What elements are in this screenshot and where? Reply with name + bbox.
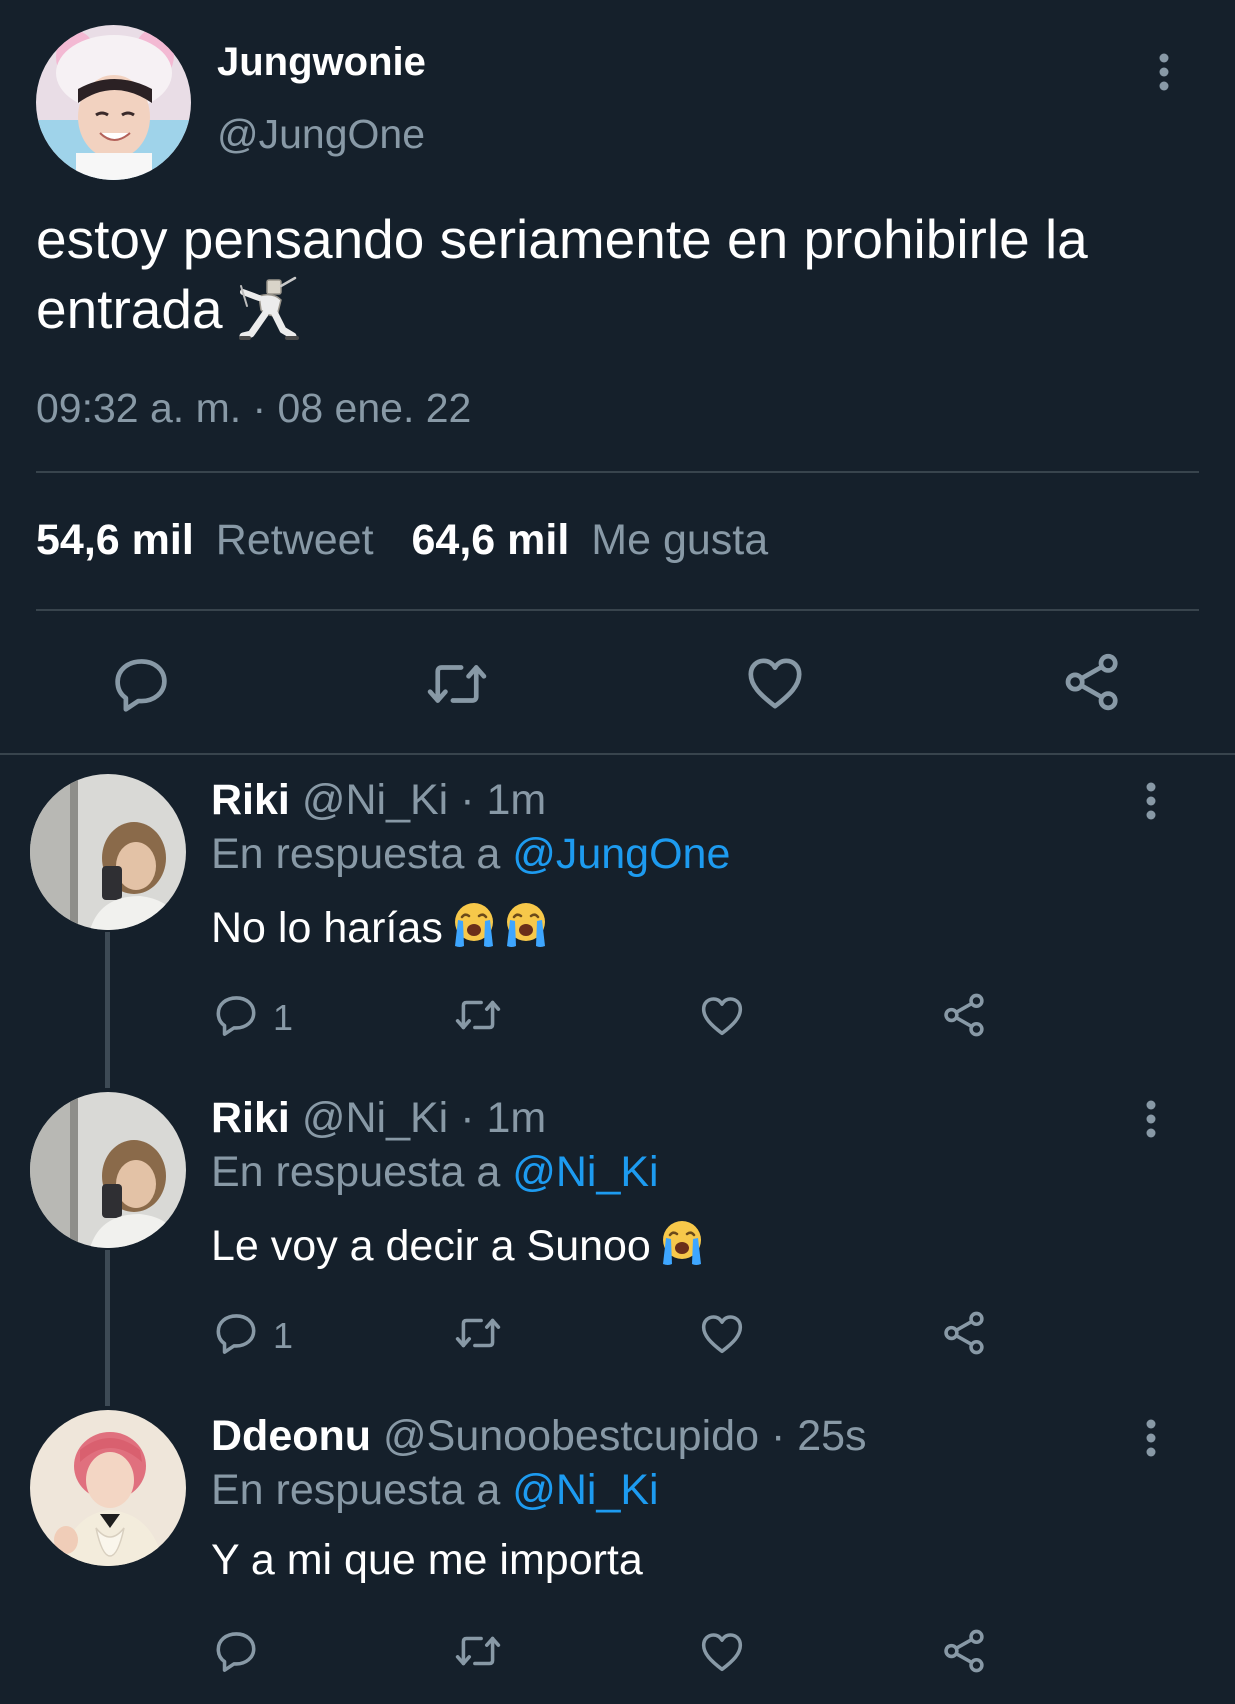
divider: [0, 753, 1235, 755]
reply-text: No lo harías: [211, 900, 551, 953]
author-handle[interactable]: @JungOne: [217, 111, 425, 158]
reply-header: Riki @Ni_Ki · 1m: [211, 1094, 546, 1143]
tweet-stats: 54,6 mil Retweet 64,6 mil Me gusta: [36, 516, 768, 565]
reply-text-content: Le voy a decir a Sunoo: [211, 1222, 651, 1270]
reply-time[interactable]: · 25s: [771, 1412, 867, 1460]
like-icon[interactable]: [697, 1626, 747, 1676]
tweet-text: estoy pensando seriamente en prohibirle …: [36, 204, 1206, 344]
reply-text-content: Y a mi que me importa: [211, 1536, 643, 1584]
more-options-icon[interactable]: [1158, 52, 1170, 92]
reply-author-name[interactable]: Riki: [211, 1094, 290, 1142]
retweet-count[interactable]: 54,6 mil: [36, 516, 194, 564]
reply-to-link[interactable]: @Ni_Ki: [512, 1148, 658, 1196]
like-icon[interactable]: [697, 990, 747, 1040]
retweet-icon[interactable]: [424, 651, 490, 717]
retweet-icon[interactable]: [453, 990, 503, 1040]
loudly-crying-face-icon: [449, 900, 499, 950]
reply-count: 1: [273, 997, 294, 1038]
reply-prefix: En respuesta a: [211, 1148, 501, 1196]
like-label[interactable]: Me gusta: [591, 516, 768, 564]
reply-to-link[interactable]: @Ni_Ki: [512, 1466, 658, 1514]
reply-count: 1: [273, 1315, 294, 1356]
more-options-icon[interactable]: [1145, 1418, 1157, 1458]
share-icon[interactable]: [1060, 649, 1126, 715]
retweet-label[interactable]: Retweet: [216, 516, 374, 564]
reply-avatar[interactable]: [30, 1092, 186, 1248]
tweet-text-content: estoy pensando seriamente en prohibirle …: [36, 208, 1088, 340]
reply-to-link[interactable]: @JungOne: [512, 830, 730, 878]
reply-icon[interactable]: [211, 1308, 261, 1358]
retweet-icon[interactable]: [453, 1308, 503, 1358]
reply-author-name[interactable]: Riki: [211, 776, 290, 824]
reply-header: Ddeonu @Sunoobestcupido · 25s: [211, 1412, 867, 1461]
reply-author-handle[interactable]: @Ni_Ki: [302, 1094, 448, 1142]
reply-icon[interactable]: [211, 1626, 261, 1676]
reply-author-handle[interactable]: @Sunoobestcupido: [383, 1412, 759, 1460]
like-icon[interactable]: [697, 1308, 747, 1358]
divider: [36, 609, 1199, 611]
tweet-timestamp[interactable]: 09:32 a. m. · 08 ene. 22: [36, 385, 471, 432]
loudly-crying-face-icon: [657, 1218, 707, 1268]
reply-avatar[interactable]: [30, 1410, 186, 1566]
reply-time[interactable]: · 1m: [460, 776, 546, 824]
reply-author-handle[interactable]: @Ni_Ki: [302, 776, 448, 824]
share-icon[interactable]: [940, 1308, 990, 1358]
reply-time[interactable]: · 1m: [460, 1094, 546, 1142]
reply-avatar[interactable]: [30, 774, 186, 930]
like-icon[interactable]: [742, 649, 808, 715]
share-icon[interactable]: [940, 1626, 990, 1676]
reply-context: En respuesta a @Ni_Ki: [211, 1148, 659, 1197]
author-name[interactable]: Jungwonie: [217, 40, 426, 85]
thread-line: [105, 932, 110, 1088]
like-count[interactable]: 64,6 mil: [412, 516, 570, 564]
reply-author-name[interactable]: Ddeonu: [211, 1412, 371, 1460]
more-options-icon[interactable]: [1145, 1099, 1157, 1139]
loudly-crying-face-icon: [501, 900, 551, 950]
share-icon[interactable]: [940, 990, 990, 1040]
reply-text: Y a mi que me importa: [211, 1536, 643, 1585]
reply-icon[interactable]: [211, 990, 261, 1040]
reply-icon[interactable]: [108, 651, 174, 717]
reply-header: Riki @Ni_Ki · 1m: [211, 776, 546, 825]
reply-text-content: No lo harías: [211, 904, 443, 952]
retweet-icon[interactable]: [453, 1626, 503, 1676]
more-options-icon[interactable]: [1145, 781, 1157, 821]
reply-context: En respuesta a @JungOne: [211, 830, 730, 879]
reply-prefix: En respuesta a: [211, 1466, 501, 1514]
fencer-emoji-icon: [237, 276, 299, 342]
reply-prefix: En respuesta a: [211, 830, 501, 878]
author-avatar[interactable]: [36, 25, 191, 180]
reply-text: Le voy a decir a Sunoo: [211, 1218, 707, 1271]
thread-line: [105, 1250, 110, 1406]
reply-context: En respuesta a @Ni_Ki: [211, 1466, 659, 1515]
divider: [36, 471, 1199, 473]
